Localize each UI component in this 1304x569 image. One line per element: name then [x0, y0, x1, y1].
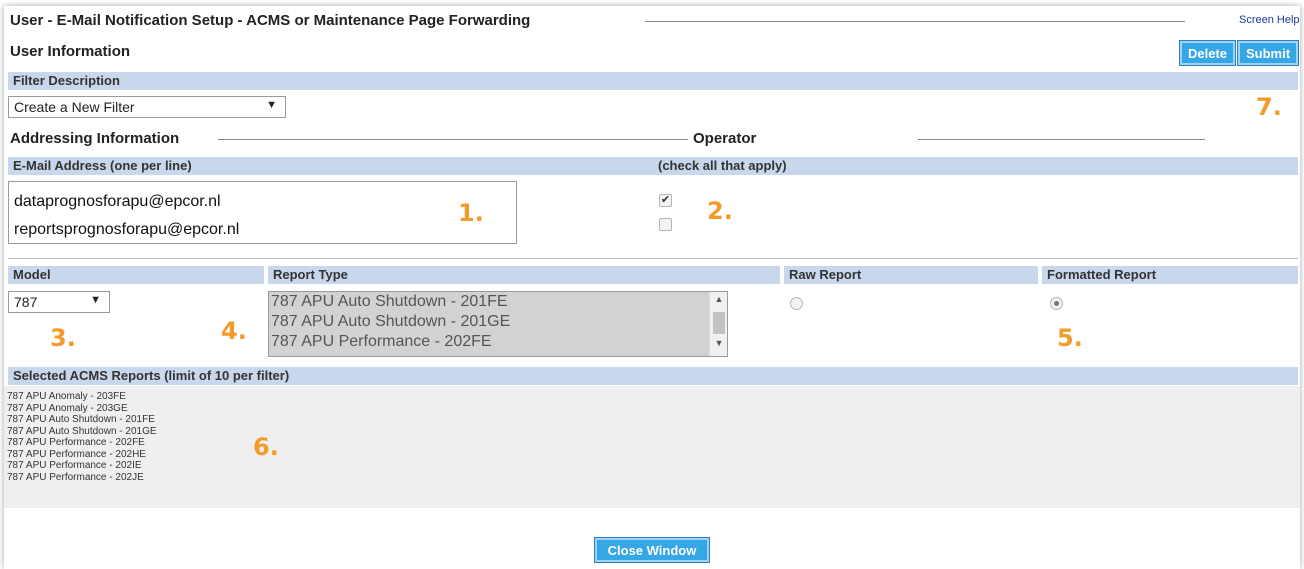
screen-help-link[interactable]: Screen Help	[1239, 14, 1300, 26]
report-type-option[interactable]: 787 APU Auto Shutdown - 201GE	[269, 313, 727, 333]
marker-3: 3.	[50, 324, 76, 352]
filter-select-value: Create a New Filter	[14, 99, 135, 115]
email-address-input[interactable]: dataprognosforapu@epcor.nl reportsprogno…	[8, 181, 517, 244]
report-type-option[interactable]: 787 APU Performance - 202FE	[269, 333, 727, 353]
selected-reports-header: Selected ACMS Reports (limit of 10 per f…	[8, 367, 1298, 385]
report-type-option[interactable]: 787 APU Auto Shutdown - 201FE	[269, 293, 727, 313]
chevron-down-icon: ▼	[90, 294, 101, 306]
raw-report-header: Raw Report	[784, 266, 1038, 284]
selected-report-item: 787 APU Performance - 202IE	[7, 460, 142, 471]
selected-reports-list: 787 APU Anomaly - 203FE 787 APU Anomaly …	[4, 386, 1300, 508]
model-select-value: 787	[14, 294, 38, 310]
user-information-heading: User Information	[10, 43, 131, 60]
model-select[interactable]: 787 ▼	[8, 291, 110, 313]
addressing-information-heading: Addressing Information	[10, 130, 180, 147]
page-title: User - E-Mail Notification Setup - ACMS …	[10, 12, 531, 29]
selected-report-item: 787 APU Auto Shutdown - 201FE	[7, 414, 155, 425]
marker-7: 7.	[1256, 93, 1282, 121]
selected-report-item: 787 APU Auto Shutdown - 201GE	[7, 425, 157, 437]
scroll-down-icon[interactable]: ▼	[710, 338, 728, 354]
section-divider	[8, 258, 1298, 259]
raw-report-radio[interactable]	[790, 297, 803, 310]
report-type-scrollbar[interactable]: ▲ ▼	[709, 292, 727, 356]
submit-button[interactable]: Submit	[1237, 40, 1299, 66]
selected-report-item: 787 APU Performance - 202FE	[7, 437, 145, 448]
chevron-down-icon: ▼	[266, 99, 277, 111]
marker-6: 6.	[253, 433, 279, 461]
email-line-2: reportsprognosforapu@epcor.nl	[14, 221, 240, 238]
operator-header: (check all that apply)	[653, 157, 1298, 175]
selected-report-item: 787 APU Performance - 202HE	[7, 448, 146, 460]
email-line-1: dataprognosforapu@epcor.nl	[14, 193, 221, 210]
delete-button[interactable]: Delete	[1179, 40, 1236, 66]
operator-heading: Operator	[693, 130, 757, 147]
operator-checkbox-1[interactable]: ✔	[659, 194, 672, 207]
report-type-listbox[interactable]: 787 APU Auto Shutdown - 201FE 787 APU Au…	[268, 291, 728, 357]
marker-5: 5.	[1057, 324, 1083, 352]
scroll-up-icon[interactable]: ▲	[710, 294, 728, 310]
operator-divider	[918, 139, 1205, 140]
scrollbar-thumb[interactable]	[713, 312, 725, 334]
email-address-header: E-Mail Address (one per line)	[8, 157, 653, 175]
marker-4: 4.	[221, 317, 247, 345]
formatted-report-header: Formatted Report	[1042, 266, 1298, 284]
addressing-divider	[218, 139, 688, 140]
marker-1: 1.	[458, 199, 484, 227]
title-divider	[645, 21, 1185, 22]
formatted-report-radio[interactable]	[1050, 297, 1063, 310]
selected-report-item: 787 APU Performance - 202JE	[7, 471, 144, 483]
model-header: Model	[8, 266, 264, 284]
selected-report-item: 787 APU Anomaly - 203GE	[7, 402, 128, 414]
operator-checkbox-2[interactable]	[659, 218, 672, 231]
selected-report-item: 787 APU Anomaly - 203FE	[7, 391, 126, 402]
filter-description-header: Filter Description	[8, 72, 1298, 90]
filter-select[interactable]: Create a New Filter ▼	[8, 96, 286, 118]
marker-2: 2.	[707, 197, 733, 225]
close-window-button[interactable]: Close Window	[594, 537, 710, 563]
report-type-header: Report Type	[268, 266, 780, 284]
